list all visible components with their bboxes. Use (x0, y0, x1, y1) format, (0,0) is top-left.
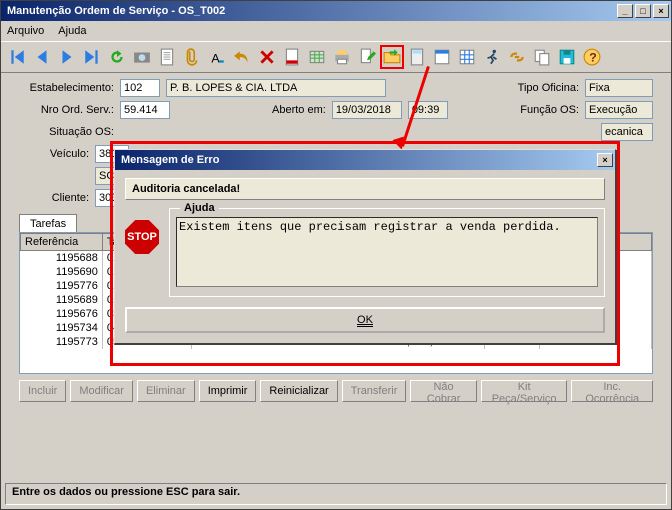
func-field (585, 101, 653, 119)
grid-icon[interactable] (455, 45, 479, 69)
main-titlebar: Manutenção Ordem de Serviço - OS_T002 _ … (1, 1, 671, 21)
minimize-button[interactable]: _ (617, 4, 633, 18)
tab-tarefas[interactable]: Tarefas (19, 214, 77, 233)
eliminar-button[interactable]: Eliminar (137, 380, 195, 402)
folder-open-icon[interactable] (380, 45, 404, 69)
close-button[interactable]: × (653, 4, 669, 18)
imprimir-button[interactable]: Imprimir (199, 380, 257, 402)
modificar-button[interactable]: Modificar (70, 380, 133, 402)
stop-icon: STOP (125, 220, 159, 254)
ok-button[interactable]: OK (125, 307, 605, 333)
estab-code[interactable] (120, 79, 160, 97)
nro-field[interactable] (120, 101, 170, 119)
undo-icon[interactable] (230, 45, 254, 69)
dialog-title: Mensagem de Erro (117, 154, 597, 166)
next-icon[interactable] (55, 45, 79, 69)
estab-label: Estabelecimento: (19, 82, 114, 94)
nao-cobrar-button[interactable]: Não Cobrar (410, 380, 476, 402)
copy-icon[interactable] (530, 45, 554, 69)
runner-icon[interactable] (480, 45, 504, 69)
svg-text:A: A (211, 52, 220, 66)
help-icon[interactable]: ? (580, 45, 604, 69)
nro-label: Nro Ord. Serv.: (19, 104, 114, 116)
menu-arquivo[interactable]: Arquivo (7, 25, 44, 37)
dialog-headline: Auditoria cancelada! (125, 178, 605, 200)
mec-field (601, 123, 653, 141)
last-icon[interactable] (80, 45, 104, 69)
veic-label: Veículo: (19, 148, 89, 160)
aberto-hora (408, 101, 448, 119)
status-bar: Entre os dados ou pressione ESC para sai… (5, 483, 667, 505)
disk-icon[interactable] (555, 45, 579, 69)
help-fieldset: Ajuda (169, 208, 605, 297)
estab-name (166, 79, 386, 97)
maximize-button[interactable]: □ (635, 4, 651, 18)
aberto-data (332, 101, 402, 119)
tipo-oficina-label: Tipo Oficina: (518, 82, 579, 94)
menubar: Arquivo Ajuda (1, 21, 671, 41)
print-icon[interactable] (330, 45, 354, 69)
form-icon[interactable] (430, 45, 454, 69)
chain-icon[interactable] (505, 45, 529, 69)
dialog-titlebar: Mensagem de Erro × (115, 150, 615, 170)
edit-icon[interactable] (355, 45, 379, 69)
situacao-label: Situação OS: (19, 126, 114, 138)
kit-button[interactable]: Kit Peça/Serviço (481, 380, 568, 402)
excel-icon[interactable] (305, 45, 329, 69)
first-icon[interactable] (5, 45, 29, 69)
reinicializar-button[interactable]: Reinicializar (260, 380, 337, 402)
sheet-icon[interactable] (155, 45, 179, 69)
calc-icon[interactable] (405, 45, 429, 69)
toolbar: A ? (1, 41, 671, 73)
window-title: Manutenção Ordem de Serviço - OS_T002 (3, 5, 617, 17)
camera-icon[interactable] (130, 45, 154, 69)
col-ref[interactable]: Referência (21, 234, 103, 251)
button-row: Incluir Modificar Eliminar Imprimir Rein… (19, 380, 653, 402)
tipo-oficina (585, 79, 653, 97)
func-label: Função OS: (520, 104, 579, 116)
font-icon[interactable]: A (205, 45, 229, 69)
pdf-icon[interactable] (280, 45, 304, 69)
refresh-icon[interactable] (105, 45, 129, 69)
help-text[interactable] (176, 217, 598, 287)
error-dialog: Mensagem de Erro × Auditoria cancelada! … (114, 149, 616, 344)
transferir-button[interactable]: Transferir (342, 380, 407, 402)
cancel-icon[interactable] (255, 45, 279, 69)
clip-icon[interactable] (180, 45, 204, 69)
prev-icon[interactable] (30, 45, 54, 69)
dialog-close-button[interactable]: × (597, 153, 613, 167)
menu-ajuda[interactable]: Ajuda (58, 25, 86, 37)
svg-text:?: ? (589, 51, 597, 65)
aberto-label: Aberto em: (272, 104, 326, 116)
inc-ocorrencia-button[interactable]: Inc. Ocorrência (571, 380, 653, 402)
cliente-label: Cliente: (19, 192, 89, 204)
incluir-button[interactable]: Incluir (19, 380, 66, 402)
help-legend: Ajuda (180, 202, 219, 214)
